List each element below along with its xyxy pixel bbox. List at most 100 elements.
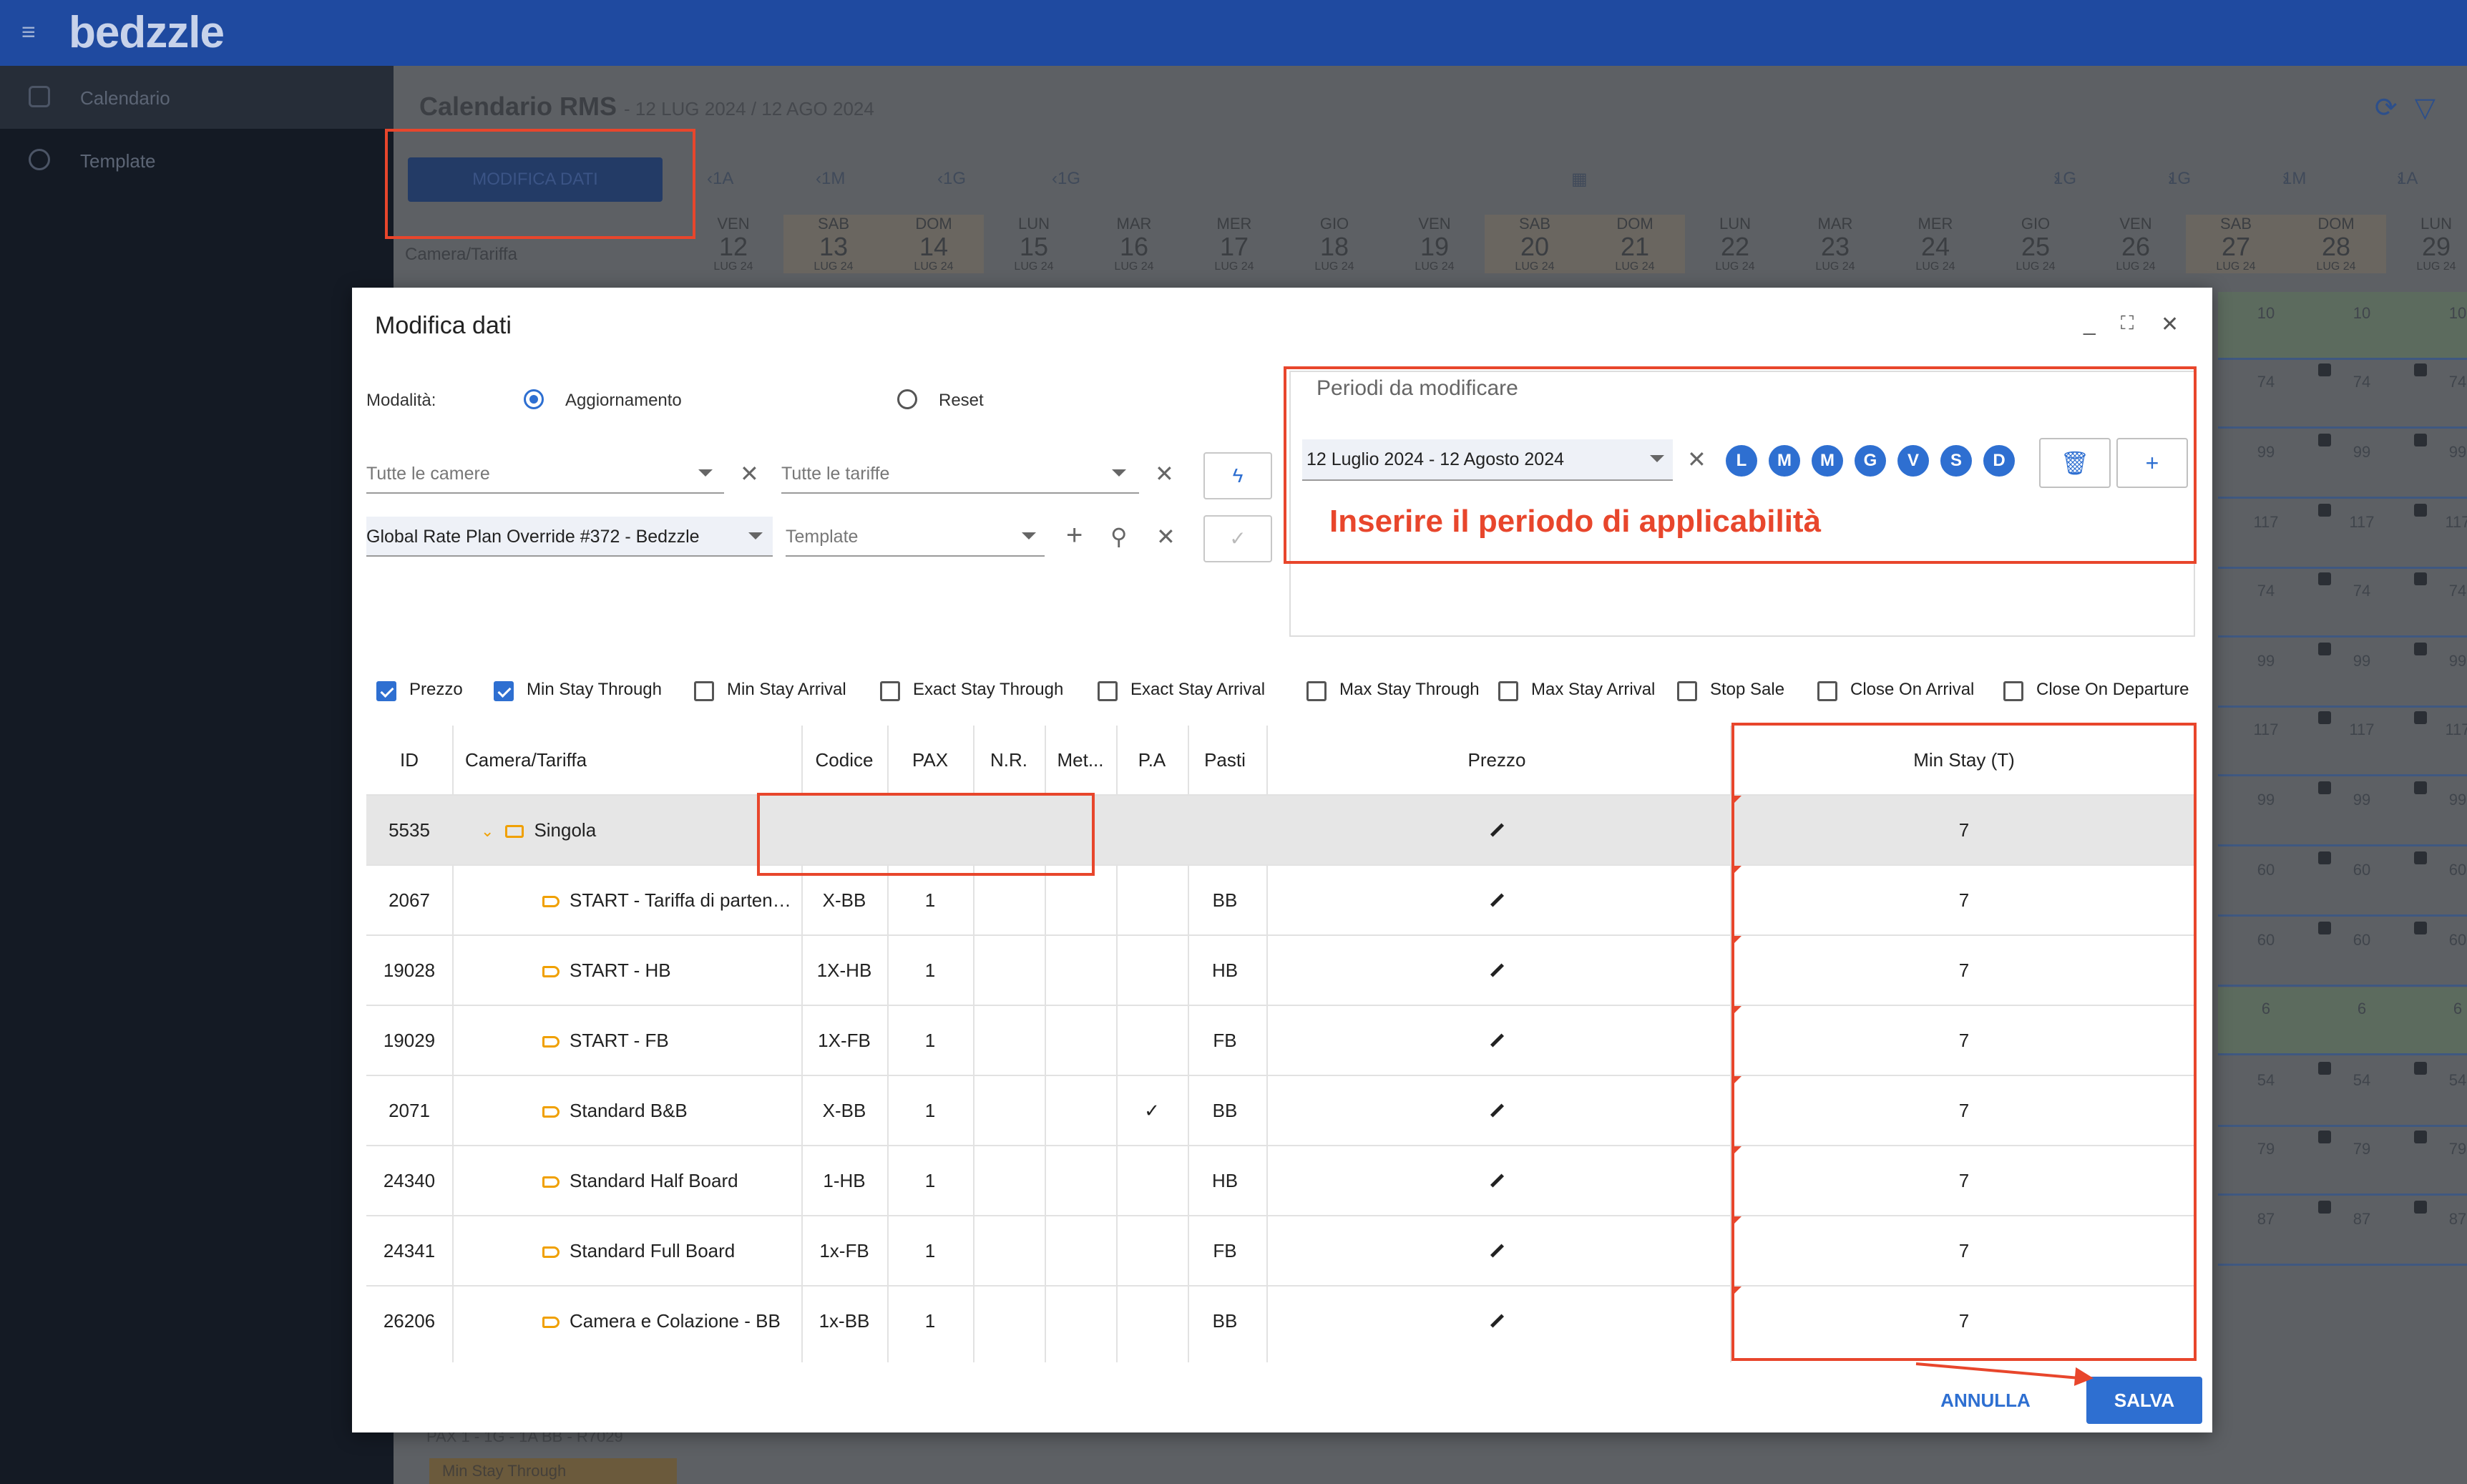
refresh-icon[interactable]: ⟳ xyxy=(2375,93,2415,123)
calendar-cell[interactable]: 99 xyxy=(2218,431,2314,499)
column-header[interactable]: PAX xyxy=(887,726,973,794)
calendar-cell[interactable]: 74 xyxy=(2218,570,2314,638)
calendar-cell[interactable]: 60 xyxy=(2314,919,2410,987)
calendar-cell[interactable]: 60 xyxy=(2218,919,2314,987)
calendar-cell[interactable]: 6 xyxy=(2314,987,2410,1055)
sidebar-item-template[interactable]: Template xyxy=(0,129,394,192)
nav-back-1g-2[interactable]: ‹ 1G xyxy=(1052,169,1080,189)
calendar-cell[interactable]: 79 xyxy=(2410,1128,2467,1196)
clear-rooms-icon[interactable]: ✕ xyxy=(740,462,759,485)
add-template-icon[interactable]: + xyxy=(1066,521,1083,550)
search-icon[interactable]: ⚲ xyxy=(1110,525,1127,548)
checkbox[interactable] xyxy=(1498,681,1518,701)
calendar-cell[interactable]: 10 xyxy=(2410,292,2467,360)
calendar-cell[interactable]: 99 xyxy=(2314,778,2410,846)
confirm-template-button[interactable]: ✓ xyxy=(1203,515,1272,562)
calendar-cell[interactable]: 99 xyxy=(2218,640,2314,708)
column-header[interactable]: N.R. xyxy=(973,726,1045,794)
calendar-cell[interactable]: 74 xyxy=(2410,570,2467,638)
nav-back-1m[interactable]: ‹ 1M xyxy=(816,169,845,189)
calendar-cell[interactable]: 74 xyxy=(2314,570,2410,638)
template-select[interactable]: Template xyxy=(786,517,1045,557)
column-header[interactable]: ID xyxy=(366,726,452,794)
edit-price-cell[interactable] xyxy=(1268,936,1726,1005)
nav-fwd-1m[interactable]: 1M › xyxy=(2282,169,2306,189)
calendar-cell[interactable]: 117 xyxy=(2218,708,2314,776)
calendar-cell[interactable]: 87 xyxy=(2410,1198,2467,1266)
column-header[interactable]: Prezzo xyxy=(1268,726,1726,794)
calendar-cell[interactable]: 6 xyxy=(2410,987,2467,1055)
nav-fwd-1g-2[interactable]: 1G › xyxy=(2168,169,2191,189)
calendar-cell[interactable]: 60 xyxy=(2410,919,2467,987)
edit-price-cell[interactable] xyxy=(1268,1146,1726,1215)
chevron-down-icon[interactable]: ⌄ xyxy=(481,797,494,864)
rate-plan-select[interactable]: Global Rate Plan Override #372 - Bedzzle xyxy=(366,517,773,557)
calendar-cell[interactable]: 74 xyxy=(2410,361,2467,429)
rooms-select[interactable]: Tutte le camere xyxy=(366,454,724,494)
apply-filter-button[interactable]: ϟ xyxy=(1203,452,1272,499)
checkbox[interactable] xyxy=(2003,681,2023,701)
calendar-cell[interactable]: 117 xyxy=(2314,708,2410,776)
checkbox[interactable] xyxy=(1677,681,1697,701)
edit-price-cell[interactable] xyxy=(1268,1287,1726,1355)
sidebar-item-calendario[interactable]: Calendario xyxy=(0,66,394,129)
calendar-cell[interactable]: 74 xyxy=(2314,361,2410,429)
checkbox[interactable] xyxy=(376,681,396,701)
edit-price-cell[interactable] xyxy=(1268,1076,1726,1145)
date-picker-icon[interactable]: ▦ xyxy=(1571,169,1588,190)
edit-price-cell[interactable] xyxy=(1268,796,1726,864)
column-header[interactable]: Camera/Tariffa xyxy=(452,726,801,794)
calendar-cell[interactable]: 117 xyxy=(2218,501,2314,569)
calendar-cell[interactable]: 79 xyxy=(2218,1128,2314,1196)
minimize-icon[interactable]: _ xyxy=(2083,312,2096,336)
calendar-cell[interactable]: 60 xyxy=(2410,849,2467,917)
column-header[interactable]: P.A xyxy=(1116,726,1188,794)
checkbox[interactable] xyxy=(1817,681,1837,701)
calendar-cell[interactable]: 99 xyxy=(2410,640,2467,708)
checkbox[interactable] xyxy=(494,681,514,701)
calendar-cell[interactable]: 99 xyxy=(2410,778,2467,846)
calendar-cell[interactable]: 99 xyxy=(2410,431,2467,499)
calendar-cell[interactable]: 10 xyxy=(2218,292,2314,360)
calendar-cell[interactable]: 117 xyxy=(2410,708,2467,776)
checkbox[interactable] xyxy=(880,681,900,701)
save-button[interactable]: SALVA xyxy=(2086,1377,2202,1424)
calendar-cell[interactable]: 54 xyxy=(2218,1059,2314,1127)
radio-aggiornamento[interactable] xyxy=(524,389,544,409)
calendar-cell[interactable]: 60 xyxy=(2314,849,2410,917)
cancel-button[interactable]: ANNULLA xyxy=(1932,1377,2039,1424)
edit-price-cell[interactable] xyxy=(1268,1006,1726,1075)
close-icon[interactable]: ✕ xyxy=(2161,312,2179,337)
calendar-cell[interactable]: 117 xyxy=(2410,501,2467,569)
calendar-cell[interactable]: 79 xyxy=(2314,1128,2410,1196)
checkbox[interactable] xyxy=(1306,681,1327,701)
edit-price-cell[interactable] xyxy=(1268,1216,1726,1285)
calendar-cell[interactable]: 117 xyxy=(2314,501,2410,569)
nav-back-1g[interactable]: ‹ 1G xyxy=(937,169,966,189)
nav-fwd-1a[interactable]: 1A › xyxy=(2397,169,2418,189)
calendar-cell[interactable]: 54 xyxy=(2314,1059,2410,1127)
calendar-cell[interactable]: 87 xyxy=(2218,1198,2314,1266)
calendar-cell[interactable]: 99 xyxy=(2314,640,2410,708)
column-header[interactable]: Pasti xyxy=(1188,726,1262,794)
nav-back-1a[interactable]: ‹ 1A xyxy=(707,169,733,189)
calendar-cell[interactable]: 99 xyxy=(2314,431,2410,499)
menu-icon[interactable]: ≡ xyxy=(21,19,47,47)
calendar-cell[interactable]: 54 xyxy=(2410,1059,2467,1127)
filter-icon[interactable]: ▽ xyxy=(2415,93,2453,123)
calendar-cell[interactable]: 99 xyxy=(2218,778,2314,846)
calendar-cell[interactable]: 74 xyxy=(2218,361,2314,429)
radio-reset[interactable] xyxy=(897,389,917,409)
checkbox[interactable] xyxy=(694,681,714,701)
column-header[interactable]: Met... xyxy=(1045,726,1116,794)
edit-price-cell[interactable] xyxy=(1268,866,1726,934)
calendar-cell[interactable]: 87 xyxy=(2314,1198,2410,1266)
calendar-cell[interactable]: 10 xyxy=(2314,292,2410,360)
calendar-cell[interactable]: 60 xyxy=(2218,849,2314,917)
clear-rates-icon[interactable]: ✕ xyxy=(1155,462,1174,485)
rates-select[interactable]: Tutte le tariffe xyxy=(781,454,1139,494)
checkbox[interactable] xyxy=(1098,681,1118,701)
nav-fwd-1g[interactable]: 1G › xyxy=(2053,169,2076,189)
fullscreen-icon[interactable]: ⛶ xyxy=(2121,312,2134,335)
calendar-cell[interactable]: 6 xyxy=(2218,987,2314,1055)
